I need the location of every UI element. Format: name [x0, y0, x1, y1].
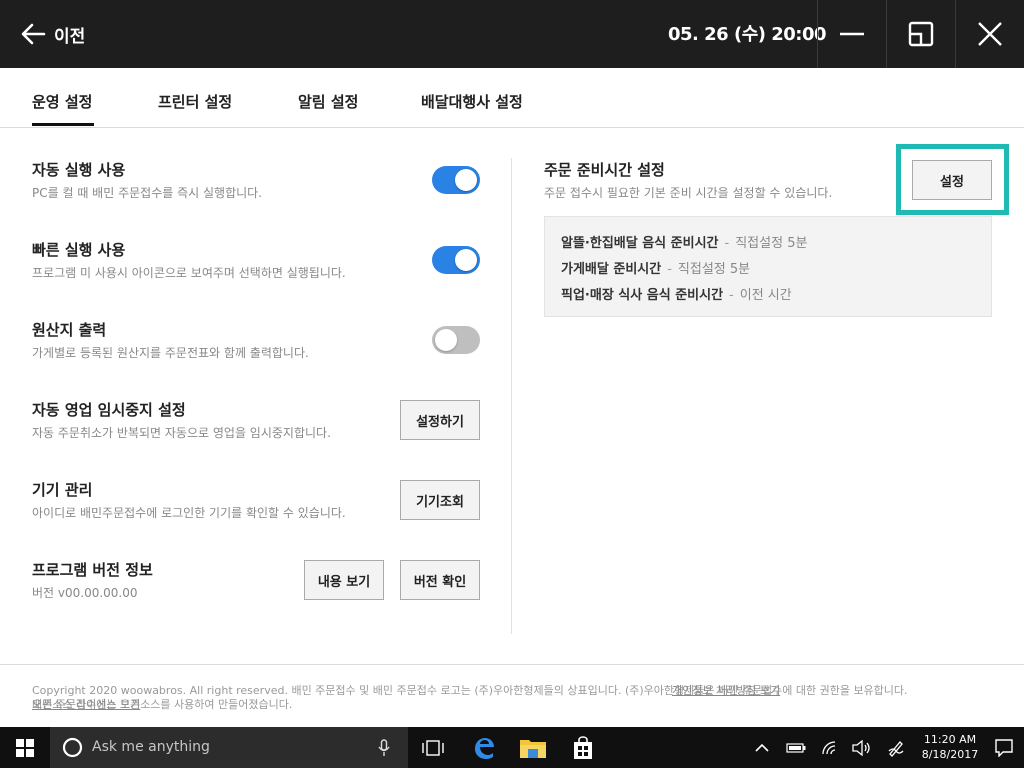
auto-pause-setup-button[interactable]: 설정하기	[400, 400, 480, 440]
battery-icon	[786, 742, 806, 753]
task-view-icon	[422, 739, 444, 756]
footer-divider	[0, 664, 1024, 665]
check-version-button[interactable]: 버전 확인	[400, 560, 480, 600]
auto-pause-desc: 자동 주문취소가 반복되면 자동으로 영업을 임시중지합니다.	[32, 426, 331, 440]
prep-time-desc: 주문 접수시 필요한 기본 준비 시간을 설정할 수 있습니다.	[544, 186, 833, 200]
windows-taskbar: Ask me anything 11:20 AM 8/18/2017	[0, 727, 1024, 768]
wifi-icon	[822, 740, 836, 754]
prep-time-setup-button[interactable]: 설정	[912, 160, 992, 200]
origin-print-toggle[interactable]	[432, 326, 480, 354]
title-bar: 이전 05. 26 (수) 20:00	[0, 0, 1024, 68]
toggle-knob	[435, 329, 457, 351]
task-view-button[interactable]	[418, 727, 448, 768]
toggle-knob	[455, 249, 477, 271]
prep-time-separator: -	[724, 236, 730, 251]
tab-printer-settings[interactable]: 프린터 설정	[158, 91, 232, 112]
store-button[interactable]	[567, 727, 599, 768]
system-clock[interactable]: 11:20 AM 8/18/2017	[920, 732, 980, 762]
device-management-desc: 아이디로 배민주문접수에 로그인한 기기를 확인할 수 있습니다.	[32, 506, 346, 520]
minimize-icon	[840, 32, 864, 36]
volume-control[interactable]	[850, 727, 874, 768]
prep-time-item-label: 픽업·매장 식사 음식 준비시간	[561, 288, 724, 303]
cortana-search-box[interactable]: Ask me anything	[50, 727, 408, 768]
prep-time-separator: -	[729, 288, 734, 303]
file-explorer-button[interactable]	[517, 727, 549, 768]
battery-status[interactable]	[784, 727, 808, 768]
close-button[interactable]	[955, 0, 1024, 68]
prep-time-item-label: 가게배달 준비시간	[561, 262, 662, 277]
search-placeholder: Ask me anything	[92, 739, 210, 755]
microphone-icon	[378, 739, 390, 756]
tab-notification-settings[interactable]: 알림 설정	[298, 91, 358, 112]
prep-time-title: 주문 준비시간 설정	[544, 161, 665, 179]
edge-icon	[475, 737, 494, 759]
auto-pause-title: 자동 영업 임시중지 설정	[32, 401, 186, 419]
version-info-title: 프로그램 버전 정보	[32, 561, 153, 579]
restore-window-icon	[908, 21, 934, 47]
start-button[interactable]	[0, 727, 50, 768]
prep-time-separator: -	[667, 262, 672, 277]
toggle-knob	[455, 169, 477, 191]
store-bag-icon	[574, 735, 592, 759]
chevron-up-icon	[755, 743, 769, 752]
prep-time-item-value: 이전 시간	[739, 288, 792, 303]
quick-run-title: 빠른 실행 사용	[32, 241, 126, 259]
close-icon	[978, 22, 1002, 46]
pen-workspace-button[interactable]	[884, 727, 908, 768]
privacy-policy-link[interactable]: 개인정보 처리방침 보기	[672, 682, 780, 698]
show-hidden-icons-button[interactable]	[752, 727, 772, 768]
speaker-icon	[852, 739, 870, 756]
quick-run-desc: 프로그램 미 사용시 아이콘으로 보여주며 선택하면 실행됩니다.	[32, 266, 346, 280]
prep-time-item: 픽업·매장 식사 음식 준비시간 - 이전 시간	[561, 284, 792, 303]
back-button[interactable]: 이전	[20, 18, 85, 50]
clock-date: 8/18/2017	[921, 748, 979, 761]
folder-icon	[520, 739, 546, 758]
origin-print-title: 원산지 출력	[32, 321, 107, 339]
settings-tabs: 운영 설정 프린터 설정 알림 설정 배달대행사 설정	[0, 68, 1024, 128]
device-management-title: 기기 관리	[32, 481, 93, 499]
tab-operation-settings[interactable]: 운영 설정	[32, 91, 92, 112]
device-lookup-button[interactable]: 기기조회	[400, 480, 480, 520]
origin-print-desc: 가게별로 등록된 원산지를 주문전표와 함께 출력합니다.	[32, 346, 309, 360]
auto-run-desc: PC를 컬 때 배민 주문접수를 즉시 실행합니다.	[32, 186, 262, 200]
quick-run-toggle[interactable]	[432, 246, 480, 274]
prep-time-summary: 알뜰·한집배달 음식 준비시간 - 직접설정 5분 가게배달 준비시간 - 직접설정 5…	[544, 216, 992, 317]
restore-button[interactable]	[886, 0, 955, 68]
active-tab-indicator	[32, 123, 94, 126]
version-number: 버전 v00.00.00.00	[32, 586, 138, 600]
prep-time-item: 가게배달 준비시간 - 직접설정 5분	[561, 258, 750, 277]
tab-delivery-agency-settings[interactable]: 배달대행사 설정	[421, 91, 523, 112]
minimize-button[interactable]	[817, 0, 886, 68]
prep-time-item-value: 직접설정 5분	[735, 236, 808, 251]
notification-icon	[995, 738, 1013, 757]
arrow-left-icon	[21, 23, 46, 45]
cortana-icon	[62, 737, 83, 758]
column-divider	[511, 158, 512, 634]
current-datetime: 05. 26 (수) 20:00	[668, 24, 827, 45]
pen-icon	[888, 740, 904, 757]
action-center-button[interactable]	[990, 727, 1018, 768]
auto-run-toggle[interactable]	[432, 166, 480, 194]
view-details-button[interactable]: 내용 보기	[304, 560, 384, 600]
auto-run-title: 자동 실행 사용	[32, 161, 126, 179]
prep-time-item-label: 알뜰·한집배달 음식 준비시간	[561, 236, 719, 251]
edge-browser-button[interactable]	[468, 727, 500, 768]
opensource-license-link[interactable]: 오픈소스 라이선스 보기	[32, 696, 140, 712]
back-label: 이전	[54, 26, 86, 47]
prep-time-item: 알뜰·한집배달 음식 준비시간 - 직접설정 5분	[561, 232, 807, 251]
windows-logo-icon	[16, 738, 34, 757]
prep-time-item-value: 직접설정 5분	[677, 262, 751, 277]
clock-time: 11:20 AM	[923, 733, 977, 746]
network-status[interactable]	[818, 727, 842, 768]
